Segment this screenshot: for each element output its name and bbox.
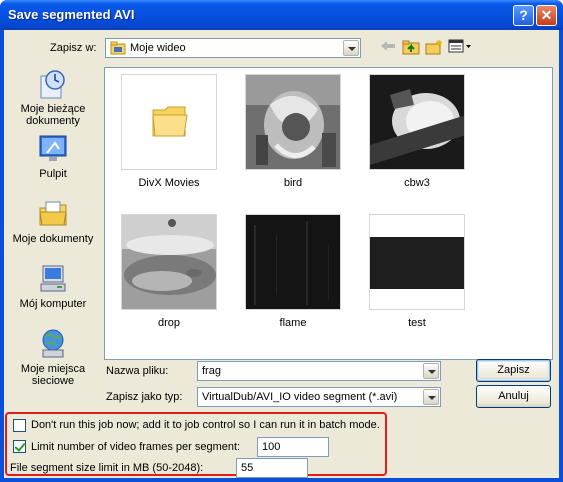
file-name: cbw3 [404, 177, 430, 189]
video-thumbnail [245, 74, 341, 170]
chevron-down-icon[interactable] [343, 40, 359, 56]
filename-value: frag [202, 365, 221, 377]
video-thumbnail [369, 214, 465, 310]
limit-frames-label: Limit number of video frames per segment… [31, 441, 241, 453]
cancel-button[interactable]: Anuluj [476, 385, 551, 408]
file-item-cbw3[interactable]: cbw3 [367, 74, 467, 189]
size-limit-input[interactable]: 55 [236, 458, 308, 478]
places-bar: Moje bieżące dokumenty Pulpit Moje dokum… [9, 66, 97, 418]
file-name: drop [157, 317, 181, 329]
window-title: Save segmented AVI [8, 7, 135, 22]
close-button[interactable]: ✕ [536, 5, 557, 26]
file-item-divx-movies[interactable]: DivX Movies [119, 74, 219, 189]
place-desktop[interactable]: Pulpit [9, 133, 97, 180]
back-arrow-icon[interactable] [380, 39, 396, 53]
test-thumbnail-image [370, 215, 464, 309]
lookin-label: Zapisz w: [50, 42, 97, 54]
drop-thumbnail-image [122, 215, 216, 309]
view-menu-icon[interactable] [448, 39, 472, 53]
dialog-body: Zapisz w: Moje wideo Moje bieżące dokume… [4, 30, 559, 478]
desktop-icon [39, 135, 67, 161]
title-bar[interactable]: Save segmented AVI ? ✕ [0, 0, 563, 30]
file-item-bird[interactable]: bird [243, 74, 343, 189]
file-item-flame[interactable]: flame [243, 214, 343, 329]
file-name: bird [283, 177, 303, 189]
video-thumbnail [121, 214, 217, 310]
filename-label: Nazwa pliku: [106, 365, 169, 377]
limit-frames-checkbox[interactable] [13, 440, 26, 453]
batch-mode-checkbox[interactable] [13, 419, 26, 432]
filetype-value: VirtualDub/AVI_IO video segment (*.avi) [202, 391, 398, 403]
file-item-test[interactable]: test [367, 214, 467, 329]
folder-icon [152, 106, 188, 137]
new-folder-icon[interactable] [425, 39, 443, 55]
save-dialog-window: Save segmented AVI ? ✕ Zapisz w: Moje wi… [0, 0, 563, 482]
lookin-value: Moje wideo [130, 42, 186, 54]
size-limit-label: File segment size limit in MB (50-2048): [10, 462, 204, 474]
file-item-drop[interactable]: drop [119, 214, 219, 329]
chevron-down-icon[interactable] [423, 389, 439, 405]
place-label: Pulpit [39, 168, 67, 180]
my-computer-icon [40, 265, 66, 292]
filetype-label: Zapisz jako typ: [106, 391, 183, 403]
help-button[interactable]: ? [513, 5, 534, 26]
bird-thumbnail-image [246, 75, 340, 169]
chevron-down-icon[interactable] [423, 363, 439, 379]
place-network-places[interactable]: Moje miejsca sieciowe [9, 328, 97, 387]
network-places-icon [42, 329, 64, 358]
place-label: Mój komputer [19, 298, 87, 310]
folder-thumbnail [121, 74, 217, 170]
batch-mode-label: Don't run this job now; add it to job co… [31, 419, 380, 431]
place-recent-documents[interactable]: Moje bieżące dokumenty [9, 68, 97, 127]
up-folder-icon[interactable] [402, 39, 420, 55]
place-my-documents[interactable]: Moje dokumenty [9, 198, 97, 245]
video-folder-icon [110, 41, 126, 55]
flame-thumbnail-image [246, 215, 340, 309]
file-name: flame [279, 317, 307, 329]
save-button[interactable]: Zapisz [476, 359, 551, 382]
place-label: Moje miejsca sieciowe [20, 363, 86, 387]
cbw3-thumbnail-image [370, 75, 464, 169]
file-list[interactable]: DivX Movies bird cbw3 drop flame test [104, 67, 553, 360]
place-my-computer[interactable]: Mój komputer [9, 263, 97, 310]
video-thumbnail [245, 214, 341, 310]
place-label: Moje dokumenty [12, 233, 94, 245]
place-label: Moje bieżące dokumenty [20, 103, 86, 127]
lookin-dropdown[interactable]: Moje wideo [105, 38, 361, 58]
recent-documents-icon [40, 70, 65, 99]
filename-input[interactable]: frag [197, 361, 441, 381]
video-thumbnail [369, 74, 465, 170]
filetype-dropdown[interactable]: VirtualDub/AVI_IO video segment (*.avi) [197, 387, 441, 407]
file-name: DivX Movies [138, 177, 200, 189]
my-documents-icon [39, 201, 67, 226]
file-name: test [408, 317, 426, 329]
limit-frames-input[interactable]: 100 [257, 437, 329, 457]
